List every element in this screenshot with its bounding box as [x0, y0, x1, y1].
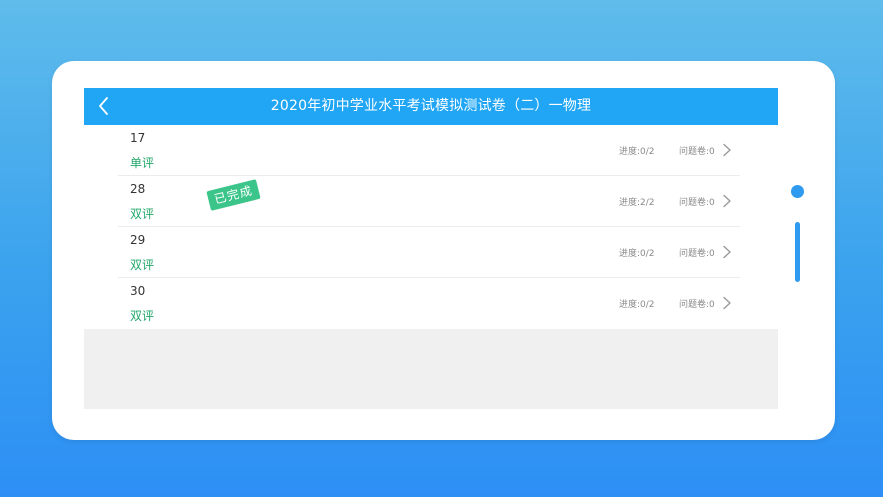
chevron-right-icon — [722, 143, 732, 157]
chevron-right-icon — [722, 194, 732, 208]
question-number: 17 — [130, 131, 146, 145]
issue-count: 问题卷:0 — [679, 147, 715, 157]
question-list: 17 单评 进度:0/2 问题卷:0 28 双评 已完成 进度:2/2 问题卷:… — [84, 125, 778, 329]
list-item[interactable]: 30 双评 进度:0/2 问题卷:0 — [84, 278, 778, 329]
list-item[interactable]: 17 单评 进度:0/2 问题卷:0 — [84, 125, 778, 176]
list-item[interactable]: 29 双评 进度:0/2 问题卷:0 — [84, 227, 778, 278]
review-type: 双评 — [130, 207, 155, 221]
issue-count: 问题卷:0 — [679, 300, 715, 310]
completed-stamp: 已完成 — [206, 179, 261, 211]
camera-dot — [791, 185, 804, 198]
chevron-left-icon — [99, 97, 108, 115]
list-item[interactable]: 28 双评 已完成 进度:2/2 问题卷:0 — [84, 176, 778, 227]
progress-text: 进度:0/2 — [619, 249, 655, 259]
question-number: 29 — [130, 233, 146, 247]
chevron-right-icon — [722, 245, 732, 259]
page-title: 2020年初中学业水平考试模拟测试卷（二）一物理 — [270, 98, 592, 114]
progress-text: 进度:0/2 — [619, 300, 655, 310]
back-button[interactable] — [92, 94, 116, 118]
app-screen: 2020年初中学业水平考试模拟测试卷（二）一物理 17 单评 进度:0/2 问题… — [84, 88, 778, 409]
issue-count: 问题卷:0 — [679, 198, 715, 208]
review-type: 双评 — [130, 309, 155, 323]
issue-count: 问题卷:0 — [679, 249, 715, 259]
question-number: 28 — [130, 182, 146, 196]
progress-text: 进度:0/2 — [619, 147, 655, 157]
side-button — [795, 222, 800, 282]
review-type: 单评 — [130, 156, 155, 170]
progress-text: 进度:2/2 — [619, 198, 655, 208]
question-number: 30 — [130, 284, 146, 298]
review-type: 双评 — [130, 258, 155, 272]
header-bar: 2020年初中学业水平考试模拟测试卷（二）一物理 — [84, 88, 778, 125]
chevron-right-icon — [722, 296, 732, 310]
